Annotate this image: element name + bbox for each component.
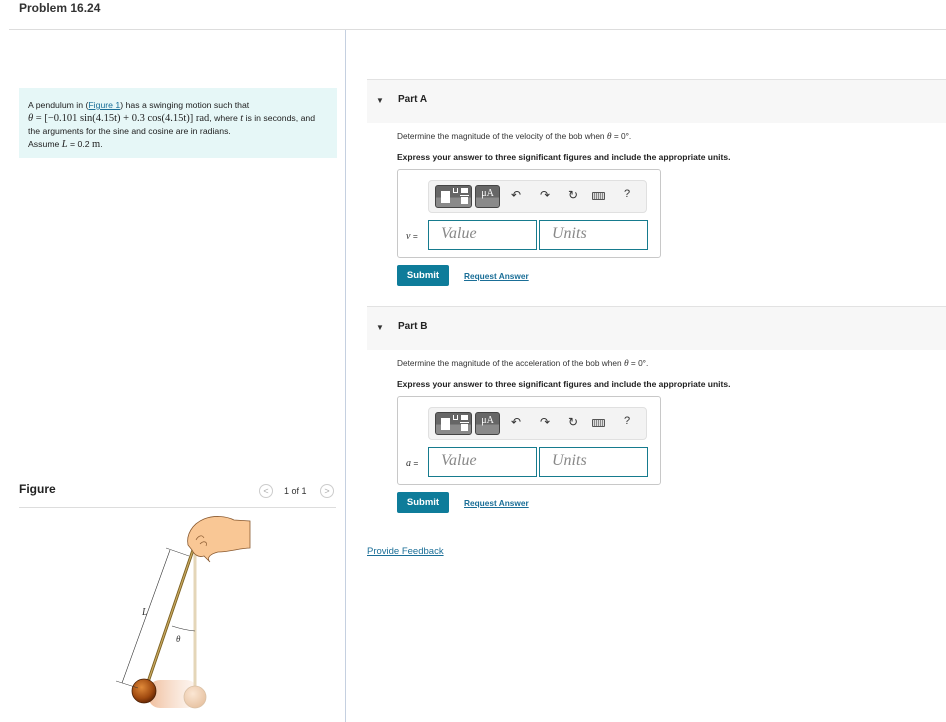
assume-suffix: . xyxy=(100,138,103,149)
value-input[interactable]: Value xyxy=(428,220,537,250)
part-b-header[interactable]: ▼ Part B xyxy=(367,306,946,350)
variable-label: v = xyxy=(406,231,418,242)
units-button[interactable]: μA xyxy=(475,412,500,435)
assume-unit: m xyxy=(92,138,101,150)
reset-icon[interactable]: ↻ xyxy=(565,415,581,429)
units-input[interactable]: Units xyxy=(539,447,648,477)
math-toolbar: μA ↶ ↷ ↻ ? xyxy=(428,407,647,440)
problem-statement: A pendulum in (Figure 1) has a swinging … xyxy=(19,88,337,158)
intro-text: A pendulum in ( xyxy=(28,100,89,110)
header-divider xyxy=(9,29,946,30)
part-a-submit-button[interactable]: Submit xyxy=(397,265,449,286)
redo-icon[interactable]: ↷ xyxy=(537,188,553,202)
figure-heading: Figure xyxy=(19,482,56,496)
templates-icon[interactable] xyxy=(435,185,472,208)
value-input[interactable]: Value xyxy=(428,447,537,477)
units-input[interactable]: Units xyxy=(539,220,648,250)
ghost-bob xyxy=(183,685,207,709)
figure-divider xyxy=(19,507,336,508)
templates-icon[interactable] xyxy=(435,412,472,435)
part-a-request-answer-link[interactable]: Request Answer xyxy=(464,271,529,281)
part-a-header[interactable]: ▼ Part A xyxy=(367,79,946,123)
pendulum-figure: L θ xyxy=(100,510,320,722)
part-b-answer-box: μA ↶ ↷ ↻ ? a = Value Units xyxy=(397,396,661,485)
length-label: L xyxy=(141,607,148,618)
math-toolbar: μA ↶ ↷ ↻ ? xyxy=(428,180,647,213)
intro-text: , where xyxy=(209,112,241,123)
problem-title: Problem 16.24 xyxy=(19,1,101,15)
part-b-question: Determine the magnitude of the accelerat… xyxy=(397,358,649,369)
part-a-title: Part A xyxy=(398,94,428,105)
panel-divider xyxy=(345,30,346,722)
keyboard-icon[interactable] xyxy=(592,192,605,200)
part-b-submit-button[interactable]: Submit xyxy=(397,492,449,513)
figure-link[interactable]: Figure 1 xyxy=(88,100,120,110)
assume-text: Assume xyxy=(28,138,62,149)
chevron-right-icon[interactable]: > xyxy=(320,484,334,498)
part-a-instructions: Express your answer to three significant… xyxy=(397,152,731,162)
figure-pager-count: 1 of 1 xyxy=(284,486,307,496)
redo-icon[interactable]: ↷ xyxy=(537,415,553,429)
undo-icon[interactable]: ↶ xyxy=(508,188,524,202)
theta-equation: θ = [−0.101 sin(4.15t) + 0.3 cos(4.15t)]… xyxy=(28,112,210,124)
collapse-triangle-icon[interactable]: ▼ xyxy=(376,323,384,332)
angle-label: θ xyxy=(176,634,181,644)
reset-icon[interactable]: ↻ xyxy=(565,188,581,202)
help-icon[interactable]: ? xyxy=(619,188,635,200)
intro-text: ) has a swinging motion such that xyxy=(120,100,250,110)
variable-label: a = xyxy=(406,458,419,469)
pendulum-bob xyxy=(131,678,157,704)
part-b-instructions: Express your answer to three significant… xyxy=(397,379,731,389)
part-a-question: Determine the magnitude of the velocity … xyxy=(397,131,632,142)
provide-feedback-link[interactable]: Provide Feedback xyxy=(367,546,444,557)
part-a-answer-box: μA ↶ ↷ ↻ ? v = Value Units xyxy=(397,169,661,258)
part-b-title: Part B xyxy=(398,321,428,332)
units-button[interactable]: μA xyxy=(475,185,500,208)
undo-icon[interactable]: ↶ xyxy=(508,415,524,429)
part-b-request-answer-link[interactable]: Request Answer xyxy=(464,498,529,508)
keyboard-icon[interactable] xyxy=(592,419,605,427)
assume-value: = 0.2 xyxy=(67,138,93,149)
chevron-left-icon[interactable]: < xyxy=(259,484,273,498)
help-icon[interactable]: ? xyxy=(619,415,635,427)
collapse-triangle-icon[interactable]: ▼ xyxy=(376,96,384,105)
